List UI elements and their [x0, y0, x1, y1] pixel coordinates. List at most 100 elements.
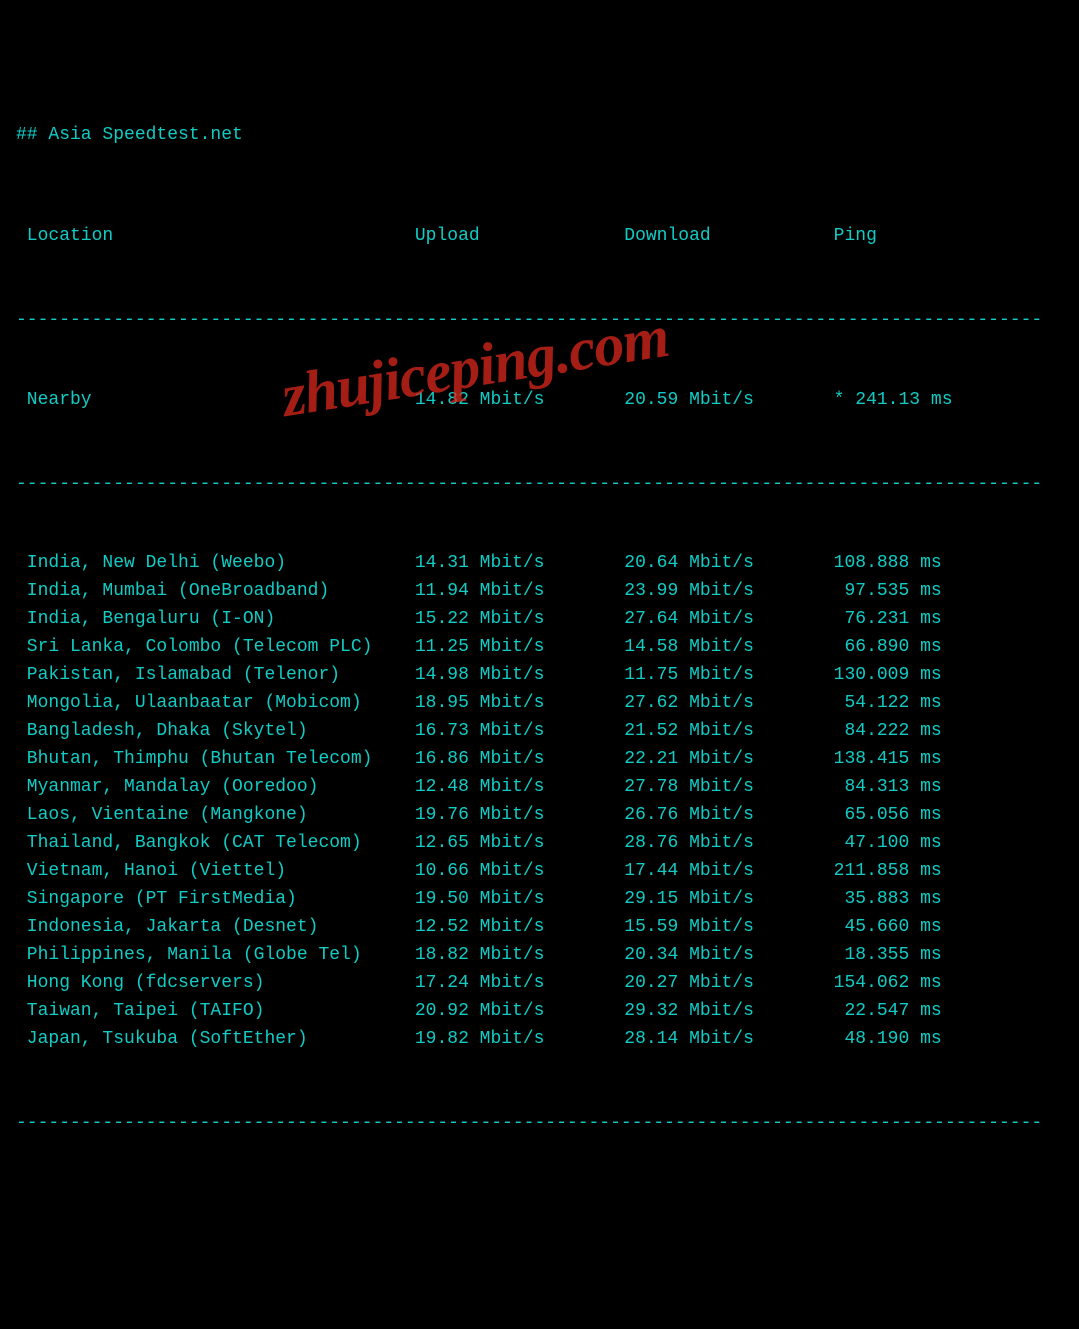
cell-download: 22.21 Mbit/s	[624, 746, 833, 774]
table-row: Indonesia, Jakarta (Desnet)12.52 Mbit/s1…	[16, 914, 1063, 942]
cell-upload: 19.82 Mbit/s	[415, 1026, 624, 1054]
cell-ping: 48.190 ms	[834, 1026, 1063, 1054]
cell-upload: 11.25 Mbit/s	[415, 634, 624, 662]
table-row: Sri Lanka, Colombo (Telecom PLC)11.25 Mb…	[16, 634, 1063, 662]
cell-ping: 18.355 ms	[834, 942, 1063, 970]
cell-ping: 138.415 ms	[834, 746, 1063, 774]
table-row: India, Bengaluru (I-ON)15.22 Mbit/s27.64…	[16, 606, 1063, 634]
cell-ping: 47.100 ms	[834, 830, 1063, 858]
cell-download: 29.15 Mbit/s	[624, 886, 833, 914]
cell-ping: 130.009 ms	[834, 662, 1063, 690]
cell-ping: 84.313 ms	[834, 774, 1063, 802]
cell-ping: 66.890 ms	[834, 634, 1063, 662]
cell-upload: 19.50 Mbit/s	[415, 886, 624, 914]
cell-location: India, Mumbai (OneBroadband)	[16, 578, 415, 606]
cell-download: 11.75 Mbit/s	[624, 662, 833, 690]
cell-location: Myanmar, Mandalay (Ooredoo)	[16, 774, 415, 802]
cell-upload: 20.92 Mbit/s	[415, 998, 624, 1026]
cell-download: 29.32 Mbit/s	[624, 998, 833, 1026]
cell-download: 28.14 Mbit/s	[624, 1026, 833, 1054]
cell-location: Philippines, Manila (Globe Tel)	[16, 942, 415, 970]
cell-ping: 35.883 ms	[834, 886, 1063, 914]
cell-download: 23.99 Mbit/s	[624, 578, 833, 606]
cell-location: Indonesia, Jakarta (Desnet)	[16, 914, 415, 942]
cell-upload: 16.86 Mbit/s	[415, 746, 624, 774]
cell-upload: 12.48 Mbit/s	[415, 774, 624, 802]
cell-location: Japan, Tsukuba (SoftEther)	[16, 1026, 415, 1054]
nearby-download: 20.59 Mbit/s	[624, 387, 833, 415]
cell-upload: 18.95 Mbit/s	[415, 690, 624, 718]
cell-download: 20.27 Mbit/s	[624, 970, 833, 998]
table-row: Hong Kong (fdcservers)17.24 Mbit/s20.27 …	[16, 970, 1063, 998]
nearby-location: Nearby	[16, 387, 415, 415]
cell-ping: 84.222 ms	[834, 718, 1063, 746]
cell-download: 14.58 Mbit/s	[624, 634, 833, 662]
cell-download: 27.62 Mbit/s	[624, 690, 833, 718]
header-download: Download	[624, 223, 833, 251]
cell-upload: 15.22 Mbit/s	[415, 606, 624, 634]
cell-upload: 14.31 Mbit/s	[415, 550, 624, 578]
cell-ping: 22.547 ms	[834, 998, 1063, 1026]
cell-upload: 12.52 Mbit/s	[415, 914, 624, 942]
nearby-ping: * 241.13 ms	[834, 387, 1063, 415]
table-row: Myanmar, Mandalay (Ooredoo)12.48 Mbit/s2…	[16, 774, 1063, 802]
cell-location: Taiwan, Taipei (TAIFO)	[16, 998, 415, 1026]
cell-download: 26.76 Mbit/s	[624, 802, 833, 830]
table-header-row: Location Upload Download Ping	[16, 223, 1063, 251]
table-row: India, Mumbai (OneBroadband)11.94 Mbit/s…	[16, 578, 1063, 606]
cell-ping: 65.056 ms	[834, 802, 1063, 830]
table-row: Philippines, Manila (Globe Tel)18.82 Mbi…	[16, 942, 1063, 970]
cell-location: Thailand, Bangkok (CAT Telecom)	[16, 830, 415, 858]
cell-upload: 10.66 Mbit/s	[415, 858, 624, 886]
cell-location: Vietnam, Hanoi (Viettel)	[16, 858, 415, 886]
cell-ping: 45.660 ms	[834, 914, 1063, 942]
cell-location: Laos, Vientaine (Mangkone)	[16, 802, 415, 830]
cell-ping: 108.888 ms	[834, 550, 1063, 578]
table-row: India, New Delhi (Weebo)14.31 Mbit/s20.6…	[16, 550, 1063, 578]
table-row: Bangladesh, Dhaka (Skytel)16.73 Mbit/s21…	[16, 718, 1063, 746]
cell-location: Bhutan, Thimphu (Bhutan Telecom)	[16, 746, 415, 774]
cell-download: 17.44 Mbit/s	[624, 858, 833, 886]
cell-download: 20.34 Mbit/s	[624, 942, 833, 970]
cell-location: Pakistan, Islamabad (Telenor)	[16, 662, 415, 690]
cell-upload: 11.94 Mbit/s	[415, 578, 624, 606]
header-ping: Ping	[834, 223, 1063, 251]
table-row: Japan, Tsukuba (SoftEther)19.82 Mbit/s28…	[16, 1026, 1063, 1054]
cell-download: 27.64 Mbit/s	[624, 606, 833, 634]
cell-location: India, Bengaluru (I-ON)	[16, 606, 415, 634]
table-row: Laos, Vientaine (Mangkone)19.76 Mbit/s26…	[16, 802, 1063, 830]
cell-location: Hong Kong (fdcservers)	[16, 970, 415, 998]
separator-line: ----------------------------------------…	[16, 307, 1063, 331]
table-row: Thailand, Bangkok (CAT Telecom)12.65 Mbi…	[16, 830, 1063, 858]
cell-upload: 18.82 Mbit/s	[415, 942, 624, 970]
table-row: Taiwan, Taipei (TAIFO)20.92 Mbit/s29.32 …	[16, 998, 1063, 1026]
header-upload: Upload	[415, 223, 624, 251]
results-body: India, New Delhi (Weebo)14.31 Mbit/s20.6…	[16, 550, 1063, 1054]
cell-location: Mongolia, Ulaanbaatar (Mobicom)	[16, 690, 415, 718]
separator-line: ----------------------------------------…	[16, 471, 1063, 495]
cell-ping: 211.858 ms	[834, 858, 1063, 886]
nearby-upload: 14.82 Mbit/s	[415, 387, 624, 415]
cell-ping: 54.122 ms	[834, 690, 1063, 718]
table-row: Vietnam, Hanoi (Viettel)10.66 Mbit/s17.4…	[16, 858, 1063, 886]
cell-ping: 154.062 ms	[834, 970, 1063, 998]
nearby-row: Nearby 14.82 Mbit/s 20.59 Mbit/s * 241.1…	[16, 387, 1063, 415]
cell-upload: 19.76 Mbit/s	[415, 802, 624, 830]
table-row: Pakistan, Islamabad (Telenor)14.98 Mbit/…	[16, 662, 1063, 690]
cell-location: India, New Delhi (Weebo)	[16, 550, 415, 578]
table-row: Bhutan, Thimphu (Bhutan Telecom)16.86 Mb…	[16, 746, 1063, 774]
table-row: Mongolia, Ulaanbaatar (Mobicom)18.95 Mbi…	[16, 690, 1063, 718]
cell-location: Singapore (PT FirstMedia)	[16, 886, 415, 914]
cell-ping: 97.535 ms	[834, 578, 1063, 606]
cell-location: Bangladesh, Dhaka (Skytel)	[16, 718, 415, 746]
table-row: Singapore (PT FirstMedia)19.50 Mbit/s29.…	[16, 886, 1063, 914]
cell-upload: 14.98 Mbit/s	[415, 662, 624, 690]
cell-download: 20.64 Mbit/s	[624, 550, 833, 578]
separator-line: ----------------------------------------…	[16, 1110, 1063, 1134]
cell-upload: 17.24 Mbit/s	[415, 970, 624, 998]
cell-ping: 76.231 ms	[834, 606, 1063, 634]
cell-download: 27.78 Mbit/s	[624, 774, 833, 802]
cell-download: 28.76 Mbit/s	[624, 830, 833, 858]
cell-download: 15.59 Mbit/s	[624, 914, 833, 942]
header-location: Location	[16, 223, 415, 251]
